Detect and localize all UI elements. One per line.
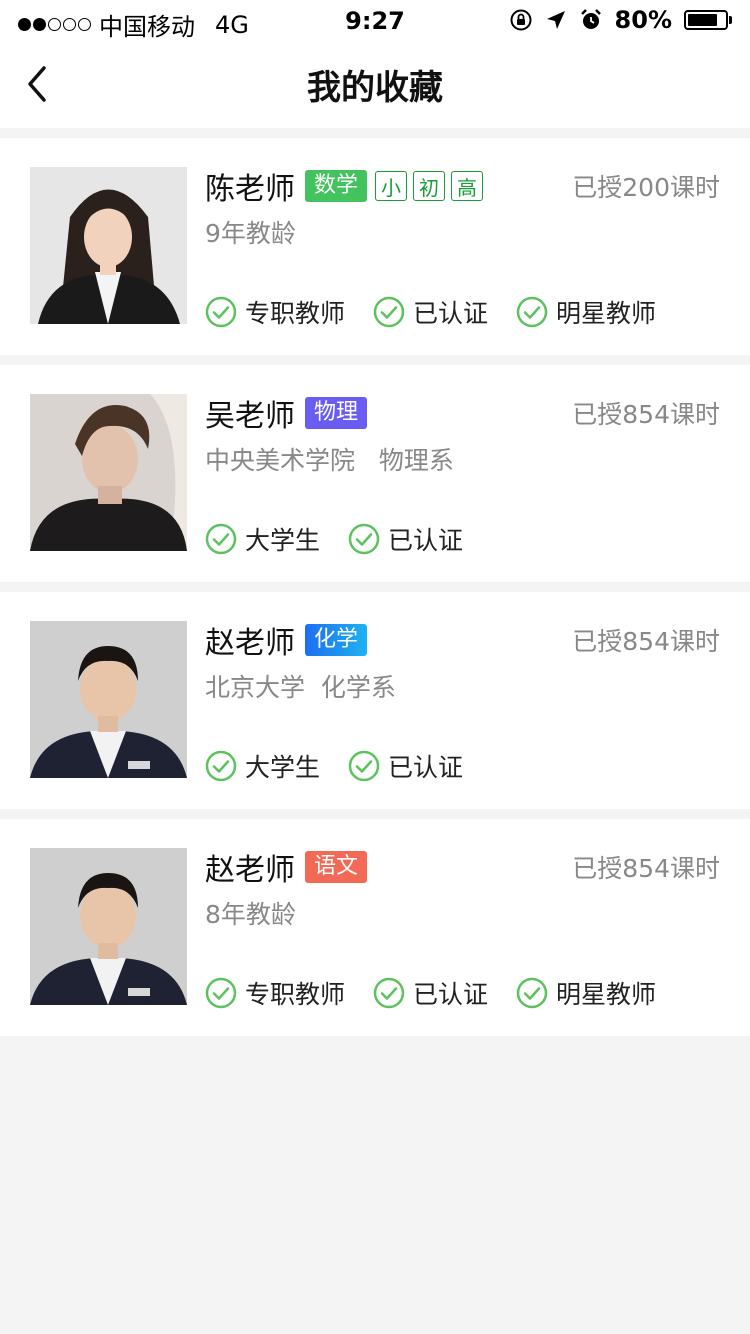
teacher-card[interactable]: 赵老师 语文 已授854课时 8年教龄 专职教师 已认证 明星教师: [0, 819, 750, 1036]
chevron-left-icon: [28, 66, 46, 102]
badge-list: 大学生 已认证: [205, 521, 491, 557]
badge-verified: 已认证: [373, 294, 488, 330]
badge-label: 明星教师: [556, 299, 657, 328]
teacher-name-row: 赵老师 化学: [205, 618, 375, 662]
level-tag-primary: 小: [375, 171, 408, 201]
lesson-hours: 已授854课时: [572, 400, 720, 429]
badge-list: 大学生 已认证: [205, 748, 491, 784]
navigation-bar: 我的收藏: [0, 40, 750, 128]
badge-label: 已认证: [388, 526, 464, 555]
badge-label: 已认证: [388, 753, 464, 782]
check-circle-icon: [348, 523, 380, 555]
badge-student: 大学生: [205, 521, 320, 557]
badge-label: 已认证: [413, 299, 489, 328]
teacher-experience: 9年教龄: [205, 219, 296, 248]
check-circle-icon: [516, 977, 548, 1009]
badge-list: 专职教师 已认证 明星教师: [205, 294, 684, 330]
orientation-lock-icon: [510, 9, 532, 31]
subject-tag: 物理: [305, 397, 368, 429]
page-title: 我的收藏: [307, 67, 443, 108]
badge-label: 明星教师: [556, 980, 657, 1009]
check-circle-icon: [205, 750, 237, 782]
subject-tag: 语文: [305, 851, 368, 883]
teacher-school: 北京大学 化学系: [205, 673, 396, 702]
teacher-school: 中央美术学院 物理系: [205, 446, 454, 475]
badge-student: 大学生: [205, 748, 320, 784]
badge-label: 专职教师: [245, 299, 346, 328]
alarm-icon: [580, 9, 601, 29]
battery-percent: 80%: [614, 6, 672, 34]
badge-label: 大学生: [245, 526, 321, 555]
teacher-name-row: 陈老师 数学 小 初 高: [205, 164, 489, 208]
check-circle-icon: [205, 296, 237, 328]
status-icons: 80%: [509, 6, 732, 34]
badge-verified: 已认证: [348, 748, 463, 784]
back-button[interactable]: [24, 62, 64, 106]
badge-verified: 已认证: [348, 521, 463, 557]
location-arrow-icon: [546, 11, 565, 29]
level-tag-junior: 初: [413, 171, 446, 201]
lesson-hours: 已授200课时: [572, 173, 720, 202]
check-circle-icon: [516, 296, 548, 328]
status-bar: 中国移动 4G 9:27 80%: [0, 0, 750, 41]
teacher-card[interactable]: 陈老师 数学 小 初 高 已授200课时 9年教龄 专职教师 已认证 明星教师: [0, 138, 750, 355]
badge-verified: 已认证: [373, 975, 488, 1011]
teacher-avatar: [30, 394, 187, 551]
badge-star: 明星教师: [516, 975, 656, 1011]
check-circle-icon: [373, 977, 405, 1009]
subject-tag: 化学: [305, 624, 368, 656]
teacher-card[interactable]: 赵老师 化学 已授854课时 北京大学 化学系 大学生 已认证: [0, 592, 750, 809]
teacher-name: 赵老师: [205, 853, 295, 888]
check-circle-icon: [373, 296, 405, 328]
teacher-card[interactable]: 吴老师 物理 已授854课时 中央美术学院 物理系 大学生 已认证: [0, 365, 750, 582]
badge-label: 专职教师: [245, 980, 346, 1009]
badge-fulltime: 专职教师: [205, 975, 345, 1011]
badge-list: 专职教师 已认证 明星教师: [205, 975, 684, 1011]
favorites-list: 陈老师 数学 小 初 高 已授200课时 9年教龄 专职教师 已认证 明星教师: [0, 138, 750, 1036]
teacher-avatar: [30, 167, 187, 324]
badge-star: 明星教师: [516, 294, 656, 330]
teacher-avatar: [30, 848, 187, 1005]
teacher-name: 吴老师: [205, 399, 295, 434]
badge-label: 大学生: [245, 753, 321, 782]
subject-tag: 数学: [305, 170, 368, 202]
teacher-name-row: 赵老师 语文: [205, 845, 375, 889]
teacher-name: 赵老师: [205, 626, 295, 661]
check-circle-icon: [205, 977, 237, 1009]
teacher-name: 陈老师: [205, 172, 295, 207]
lesson-hours: 已授854课时: [572, 627, 720, 656]
badge-fulltime: 专职教师: [205, 294, 345, 330]
check-circle-icon: [205, 523, 237, 555]
battery-icon: [684, 10, 732, 30]
teacher-avatar: [30, 621, 187, 778]
lesson-hours: 已授854课时: [572, 854, 720, 883]
badge-label: 已认证: [413, 980, 489, 1009]
check-circle-icon: [348, 750, 380, 782]
teacher-experience: 8年教龄: [205, 900, 296, 929]
level-tag-senior: 高: [451, 171, 484, 201]
teacher-name-row: 吴老师 物理: [205, 391, 375, 435]
